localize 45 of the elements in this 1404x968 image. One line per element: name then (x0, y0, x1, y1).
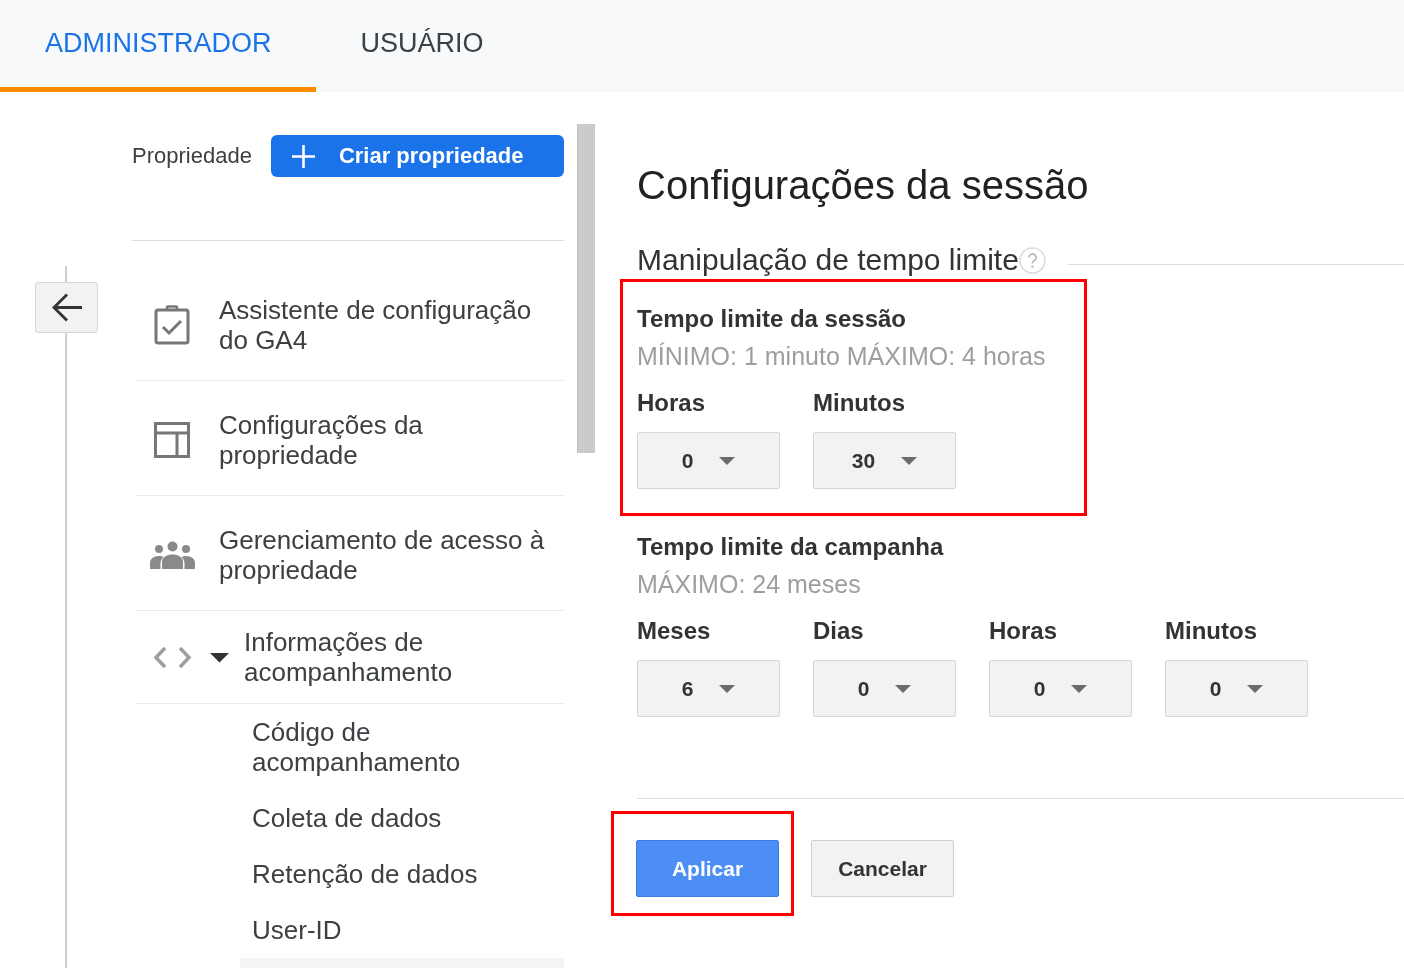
submenu-item[interactable]: Código de acompanhamento (240, 704, 564, 790)
group-title: Tempo limite da sessão (637, 304, 907, 334)
range-hint: MÍNIMO: 1 minuto MÁXIMO: 4 horas (637, 341, 1047, 371)
field-label: Horas (637, 388, 707, 418)
clipboard-check-icon (154, 305, 190, 345)
page-title: Configurações da sessão (637, 162, 1090, 209)
people-icon (149, 541, 195, 569)
dropdown[interactable]: 6 (637, 660, 780, 717)
caret-icon (719, 684, 736, 693)
field-label: Meses (637, 616, 712, 646)
window-layout-icon (154, 422, 190, 458)
nav-item[interactable]: Informações de acompanhamento (136, 611, 564, 704)
cancel-button[interactable]: Cancelar (811, 840, 954, 897)
create-property-button[interactable]: Criar propriedade (270, 135, 564, 177)
caret-icon (1071, 684, 1088, 693)
back-arrow-icon (50, 292, 83, 323)
group-title: Tempo limite da campanha (637, 532, 945, 562)
plus-icon (291, 144, 315, 168)
nav-item[interactable]: Gerenciamento de acesso à propriedade (136, 496, 564, 611)
dropdown[interactable]: 30 (813, 432, 956, 489)
field-label: Minutos (813, 388, 906, 418)
help-icon[interactable] (1018, 246, 1046, 274)
caret-icon (719, 456, 736, 465)
dropdown[interactable]: 0 (637, 432, 780, 489)
submenu-item[interactable]: Coleta de dados (240, 790, 564, 846)
scrollbar[interactable] (577, 124, 595, 453)
code-brackets-icon (152, 645, 192, 669)
dropdown[interactable]: 0 (1165, 660, 1308, 717)
submenu-item[interactable]: Retenção de dados (240, 846, 564, 902)
caret-icon (1247, 684, 1264, 693)
field-label: Minutos (1165, 616, 1258, 646)
field-label: Horas (989, 616, 1059, 646)
section-label: Propriedade (132, 143, 252, 169)
submenu-item[interactable]: User-ID (240, 902, 564, 958)
tab[interactable]: USUÁRIO (315, 0, 528, 92)
nav-item[interactable]: Configurações da propriedade (136, 381, 564, 496)
dropdown[interactable]: 0 (813, 660, 956, 717)
dropdown[interactable]: 0 (989, 660, 1132, 717)
section-heading: Manipulação de tempo limite (637, 242, 1019, 278)
caret-icon (901, 456, 918, 465)
nav-item[interactable]: Assistente de configuração do GA4 (136, 266, 564, 381)
caret-icon (895, 684, 912, 693)
field-label: Dias (813, 616, 865, 646)
back-button[interactable] (35, 282, 98, 333)
range-hint: MÁXIMO: 24 meses (637, 569, 862, 599)
